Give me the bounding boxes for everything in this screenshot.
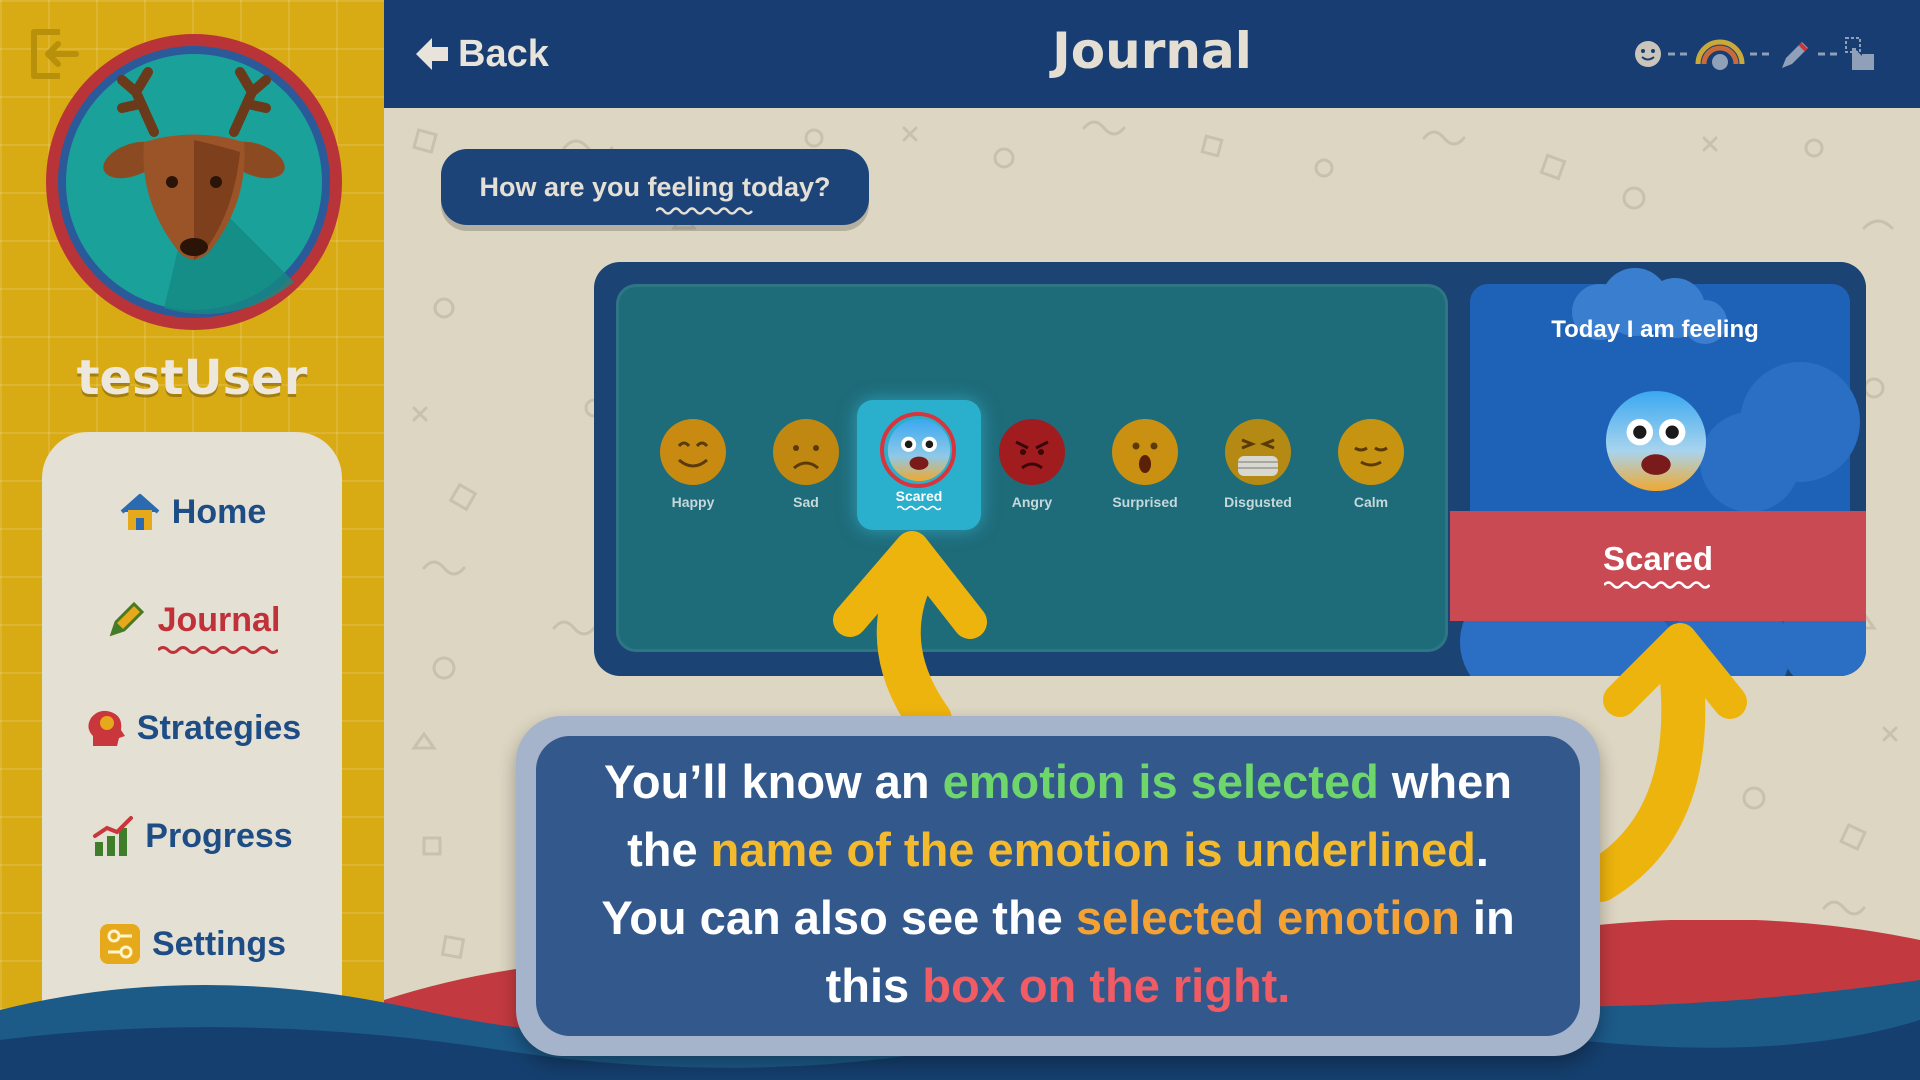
tooltip-text-part: when	[1378, 755, 1512, 808]
tooltip-highlight-green: emotion is selected	[942, 755, 1379, 808]
happy-face-icon	[660, 419, 726, 485]
selected-underline	[897, 505, 941, 511]
nav-item-strategies[interactable]: Strategies	[42, 693, 342, 763]
header: Back Journal	[384, 0, 1920, 108]
tooltip-line-1: You’ll know an emotion is selected when	[536, 748, 1580, 816]
emotion-label-angry: Angry	[1011, 494, 1053, 510]
emotion-surprised[interactable]: Surprised	[1093, 408, 1197, 532]
active-underline	[158, 646, 278, 654]
tooltip-line-2: the name of the emotion is underlined.	[536, 816, 1580, 884]
emotion-happy[interactable]: Happy	[641, 408, 745, 532]
selected-emotion-name: Scared	[1602, 540, 1714, 577]
nav-label-strategies: Strategies	[136, 708, 302, 747]
home-icon	[120, 494, 160, 530]
head-icon	[88, 710, 125, 746]
rainbow-icon	[1695, 39, 1745, 70]
emotion-label-surprised: Surprised	[1112, 494, 1178, 510]
emotion-label-calm: Calm	[1353, 494, 1389, 510]
username: testUser	[76, 350, 308, 406]
emotion-label-scared: Scared	[895, 488, 943, 504]
disgusted-face-icon	[1225, 419, 1291, 485]
tooltip-text: You’ll know an emotion is selected when …	[536, 748, 1580, 1020]
tooltip-text-part: You’ll know an	[604, 755, 943, 808]
pencil-icon	[109, 601, 144, 637]
tooltip-text-part: .	[1475, 823, 1489, 876]
tooltip-highlight-yellow: name of the emotion is underlined	[710, 823, 1476, 876]
scared-face-large-icon	[1605, 390, 1707, 492]
emotion-label-sad: Sad	[793, 494, 819, 510]
chart-icon	[93, 816, 134, 856]
selection-ring	[880, 412, 956, 488]
avatar	[46, 34, 342, 330]
tooltip-line-4: this box on the right.	[536, 952, 1580, 1020]
emotion-label-disgusted: Disgusted	[1224, 494, 1292, 510]
emotion-disgusted[interactable]: Disgusted	[1206, 408, 1310, 532]
nav-label-journal: Journal	[157, 600, 281, 639]
angry-face-icon	[999, 419, 1065, 485]
question-text: How are you feeling today?	[479, 171, 831, 215]
nav-label-progress: Progress	[145, 816, 293, 855]
tooltip-text-part: this	[825, 959, 923, 1012]
pencil-icon	[1782, 42, 1808, 68]
question-label: How are you feeling today?	[479, 171, 831, 202]
tooltip-text-part: You can also see the	[601, 891, 1076, 944]
question-underline	[656, 206, 754, 215]
emoji-icon	[1635, 41, 1661, 67]
selected-emotion-underline	[1604, 581, 1710, 589]
tooltip-highlight-red: box on the right.	[922, 959, 1291, 1012]
surprised-face-icon	[1112, 419, 1178, 485]
progress-steps	[1635, 37, 1874, 70]
emotion-scared[interactable]: Scared	[857, 400, 981, 530]
tooltip-line-3: You can also see the selected emotion in	[536, 884, 1580, 952]
nav-item-progress[interactable]: Progress	[42, 801, 342, 871]
tooltip-highlight-orange: selected emotion	[1075, 891, 1460, 944]
nav-label-home: Home	[171, 492, 267, 531]
touch-icon	[1845, 37, 1874, 70]
tooltip-text-part: the	[627, 823, 711, 876]
question-bubble: How are you feeling today?	[441, 149, 869, 225]
tooltip-text-part: in	[1459, 891, 1515, 944]
nav-item-journal[interactable]: Journal	[42, 585, 342, 655]
sidebar: testUser Home Journal Strategies Progres…	[0, 0, 384, 1080]
sad-face-icon	[773, 419, 839, 485]
emotion-label-happy: Happy	[671, 494, 715, 510]
nav-item-home[interactable]: Home	[42, 477, 342, 547]
emotion-calm[interactable]: Calm	[1319, 408, 1423, 532]
calm-face-icon	[1338, 419, 1404, 485]
emotion-angry[interactable]: Angry	[980, 408, 1084, 532]
selected-box-heading: Today I am feeling	[1551, 316, 1759, 343]
emotion-sad[interactable]: Sad	[754, 408, 858, 532]
